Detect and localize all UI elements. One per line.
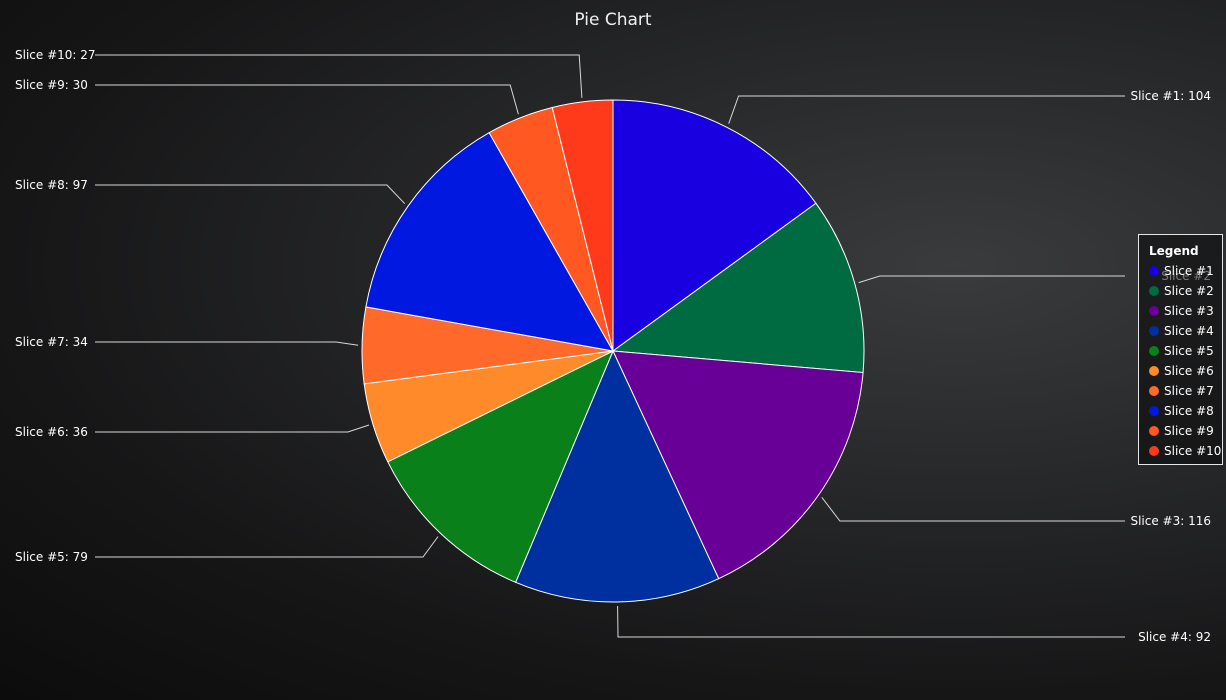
pie-chart: Slice #1: 104 Slice #2 Slice #3: 116 Slice … [15,48,1211,644]
data-label: Slice #3: 116 [1130,514,1211,528]
leader-line [821,496,1125,522]
data-label: Slice #5: 79 [15,550,88,564]
legend-label: Slice #5 [1164,344,1214,358]
leader-line [95,424,370,433]
legend-item: Slice #2 [1149,281,1222,301]
legend-item: Slice #1 [1149,261,1222,281]
legend-swatch [1149,446,1159,456]
legend-label: Slice #6 [1164,364,1214,378]
legend: Legend Slice #1 Slice #2 Slice #3 Slice #4 S… [1138,234,1223,465]
legend-label: Slice #4 [1164,324,1214,338]
leader-line [95,341,359,346]
data-label: Slice #9: 30 [15,78,88,92]
data-label: Slice #1: 104 [1130,89,1211,103]
legend-label: Slice #3 [1164,304,1214,318]
leader-line [858,275,1125,284]
legend-swatch [1149,406,1159,416]
legend-swatch [1149,426,1159,436]
leader-line [95,536,439,558]
legend-swatch [1149,286,1159,296]
legend-label: Slice #9 [1164,424,1214,438]
chart-area: Pie Chart Slice #1: 104Slice #2Slice #3:… [0,0,1226,700]
legend-swatch [1149,266,1159,276]
leader-line [95,54,583,98]
leader-line [95,84,519,115]
leader-line [95,184,406,205]
legend-item: Slice #5 [1149,341,1222,361]
legend-swatch [1149,366,1159,376]
leader-line [728,95,1125,124]
legend-item: Slice #4 [1149,321,1222,341]
legend-swatch [1149,326,1159,336]
data-label: Slice #6: 36 [15,425,88,439]
legend-label: Slice #7 [1164,384,1214,398]
legend-item: Slice #6 [1149,361,1222,381]
legend-swatch [1149,386,1159,396]
data-label: Slice #7: 34 [15,335,88,349]
legend-label: Slice #8 [1164,404,1214,418]
legend-swatch [1149,346,1159,356]
data-label: Slice #8: 97 [15,178,88,192]
legend-item: Slice #9 [1149,421,1222,441]
legend-title: Legend [1149,244,1199,258]
legend-label: Slice #2 [1164,284,1214,298]
legend-item: Slice #7 [1149,381,1222,401]
data-label: Slice #10: 27 [15,48,96,62]
legend-item: Slice #10 [1149,441,1222,461]
legend-label: Slice #10 [1164,444,1222,458]
legend-label: Slice #1 [1164,264,1214,278]
legend-item: Slice #8 [1149,401,1222,421]
legend-swatch [1149,306,1159,316]
data-label: Slice #4: 92 [1138,630,1211,644]
legend-item: Slice #3 [1149,301,1222,321]
leader-line [617,605,1125,638]
